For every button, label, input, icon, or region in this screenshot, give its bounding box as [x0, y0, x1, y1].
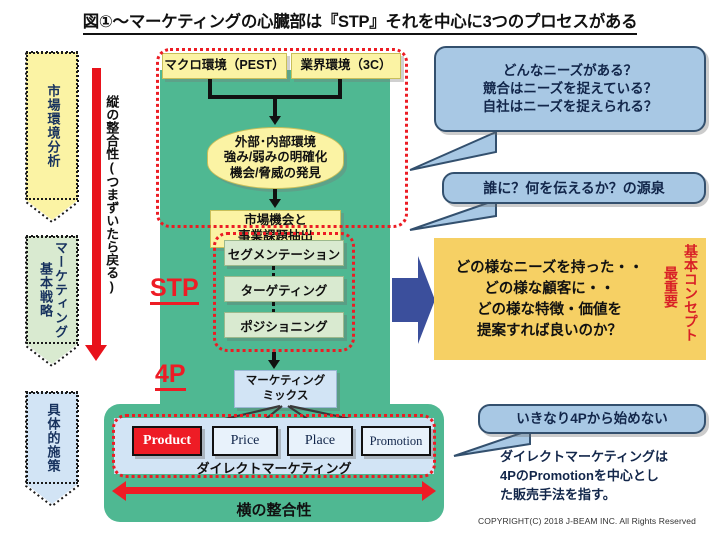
direct-marketing-note-line3: た販売手法を指す。 [500, 486, 616, 502]
node-marketing-mix-line2: ミックス [262, 390, 309, 402]
concept-line-3: どの様な特徴・価値を [477, 302, 622, 318]
horizontal-consistency-label: 横の整合性 [236, 502, 312, 519]
horizontal-arrow-right-head [422, 481, 436, 501]
stp-item-positioning-label: ポジショニング [240, 319, 328, 334]
stp-connector-1 [272, 266, 275, 276]
node-marketing-mix-line1: マーケティング [245, 375, 326, 388]
concept-line-1: どの様なニーズを持った・・ [455, 260, 644, 277]
direct-marketing-note-line1: ダイレクトマーケティングは [500, 449, 668, 464]
diagram-canvas: 図①～マーケティングの心臓部は『STP』それを中心に3つのプロセスがある 市場環… [0, 0, 720, 540]
callout-four-p: いきなり4Pから始めない [478, 404, 706, 434]
stp-item-targeting: ターゲティング [224, 276, 344, 302]
concept-side-label-main: 基本コンセプト [683, 244, 699, 342]
vertical-consistency-arrow-shaft [92, 68, 101, 346]
callout-needs-line3: 自社はニーズを捉えられる？ [482, 98, 658, 114]
stage-concrete-measures-outline [25, 391, 79, 508]
callout-four-p-line1: いきなり4Pから始めない [516, 411, 668, 427]
callout-needs-line2: 競合はニーズを捉えている？ [482, 81, 658, 97]
copyright-text: COPYRIGHT(C) 2018 J-BEAM INC. All Rights… [478, 516, 696, 526]
concept-line-2: どの様な顧客に・・ [484, 281, 615, 298]
callout-needs: どんなニーズがある？ 競合はニーズを捉えている？ 自社はニーズを捉えられる？ [434, 46, 706, 132]
stage-market-analysis-outline [25, 51, 79, 224]
analysis-group-frame [156, 48, 408, 228]
stp-item-targeting-label: ターゲティング [240, 283, 328, 298]
connector-stp-to-mix-arrowhead [268, 360, 280, 369]
concept-line-4: 提案すれば良いのか？ [477, 322, 622, 339]
stp-item-positioning: ポジショニング [224, 312, 344, 338]
vertical-consistency-label: 縦の整合性(つまずいたら戻る) [104, 95, 120, 294]
stp-item-segmentation: セグメンテーション [224, 240, 344, 266]
direct-marketing-note: ダイレクトマーケティングは 4PのPromotionを中心とし た販売手法を指す… [500, 448, 710, 505]
callout-needs-line1: どんなニーズがある？ [502, 63, 638, 79]
callout-source-line1: 誰に？何を伝えるか？の源泉 [483, 179, 665, 196]
stp-label: STP [150, 276, 199, 305]
vertical-consistency-arrow-head [85, 345, 107, 361]
horizontal-arrow-bar [125, 487, 423, 494]
stp-item-segmentation-label: セグメンテーション [227, 247, 341, 262]
stage-basic-strategy-outline [25, 235, 79, 368]
page-title: 図①～マーケティングの心臓部は『STP』それを中心に3つのプロセスがある [0, 8, 720, 35]
blue-block-arrow [392, 256, 435, 344]
four-p-frame [112, 414, 436, 478]
concept-panel-lines: どの様なニーズを持った・・ どの様な顧客に・・ どの様な特徴・価値を 提案すれば… [442, 248, 657, 352]
node-marketing-mix: マーケティング ミックス [234, 370, 337, 408]
concept-side-label-sub: 最重要 [663, 266, 679, 308]
callout-needs-tail [409, 130, 497, 171]
direct-marketing-note-line2: 4PのPromotionを中心とし [500, 467, 659, 483]
four-p-label: 4P [155, 362, 186, 391]
horizontal-arrow-left-head [112, 481, 126, 501]
callout-source: 誰に？何を伝えるか？の源泉 [442, 172, 706, 204]
page-title-text: 図①～マーケティングの心臓部は『STP』それを中心に3つのプロセスがある [82, 13, 638, 35]
stp-connector-2 [272, 302, 275, 312]
